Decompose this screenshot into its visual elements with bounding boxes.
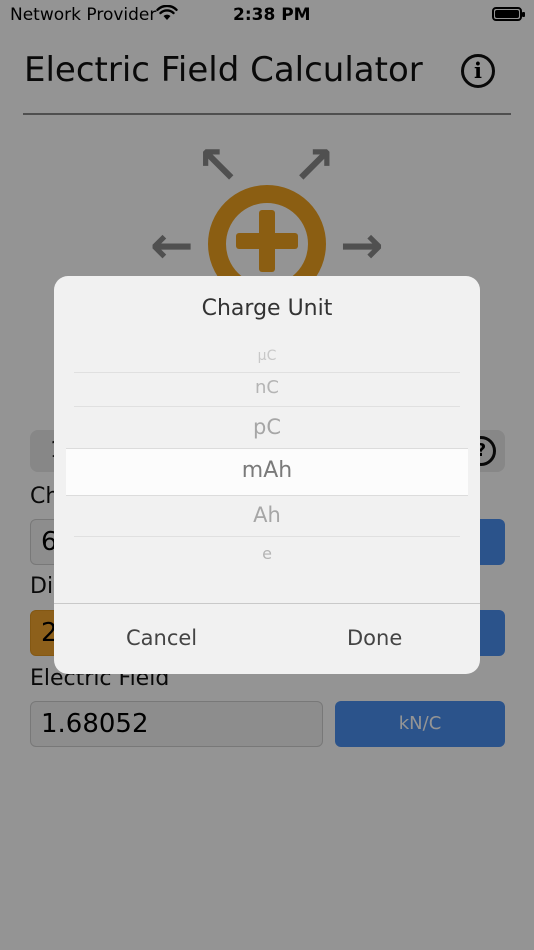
picker-option[interactable]: pC: [74, 415, 460, 439]
dialog-button-separator: [54, 603, 480, 604]
unit-picker-wheel[interactable]: μC nC pC mAh Ah e: [66, 346, 468, 572]
picker-row-divider: [74, 406, 460, 407]
picker-option[interactable]: nC: [74, 377, 460, 398]
picker-row-divider: [74, 536, 460, 537]
dialog-title: Charge Unit: [201, 296, 333, 321]
done-button[interactable]: Done: [347, 626, 402, 650]
cancel-button[interactable]: Cancel: [126, 626, 197, 650]
picker-option-selected[interactable]: mAh: [74, 458, 460, 483]
charge-unit-picker-dialog: Charge Unit μC nC pC mAh Ah e Cancel Don…: [54, 276, 480, 674]
picker-option[interactable]: μC: [74, 348, 460, 364]
picker-row-divider: [74, 372, 460, 373]
picker-option[interactable]: e: [74, 544, 460, 563]
picker-option[interactable]: Ah: [74, 503, 460, 527]
